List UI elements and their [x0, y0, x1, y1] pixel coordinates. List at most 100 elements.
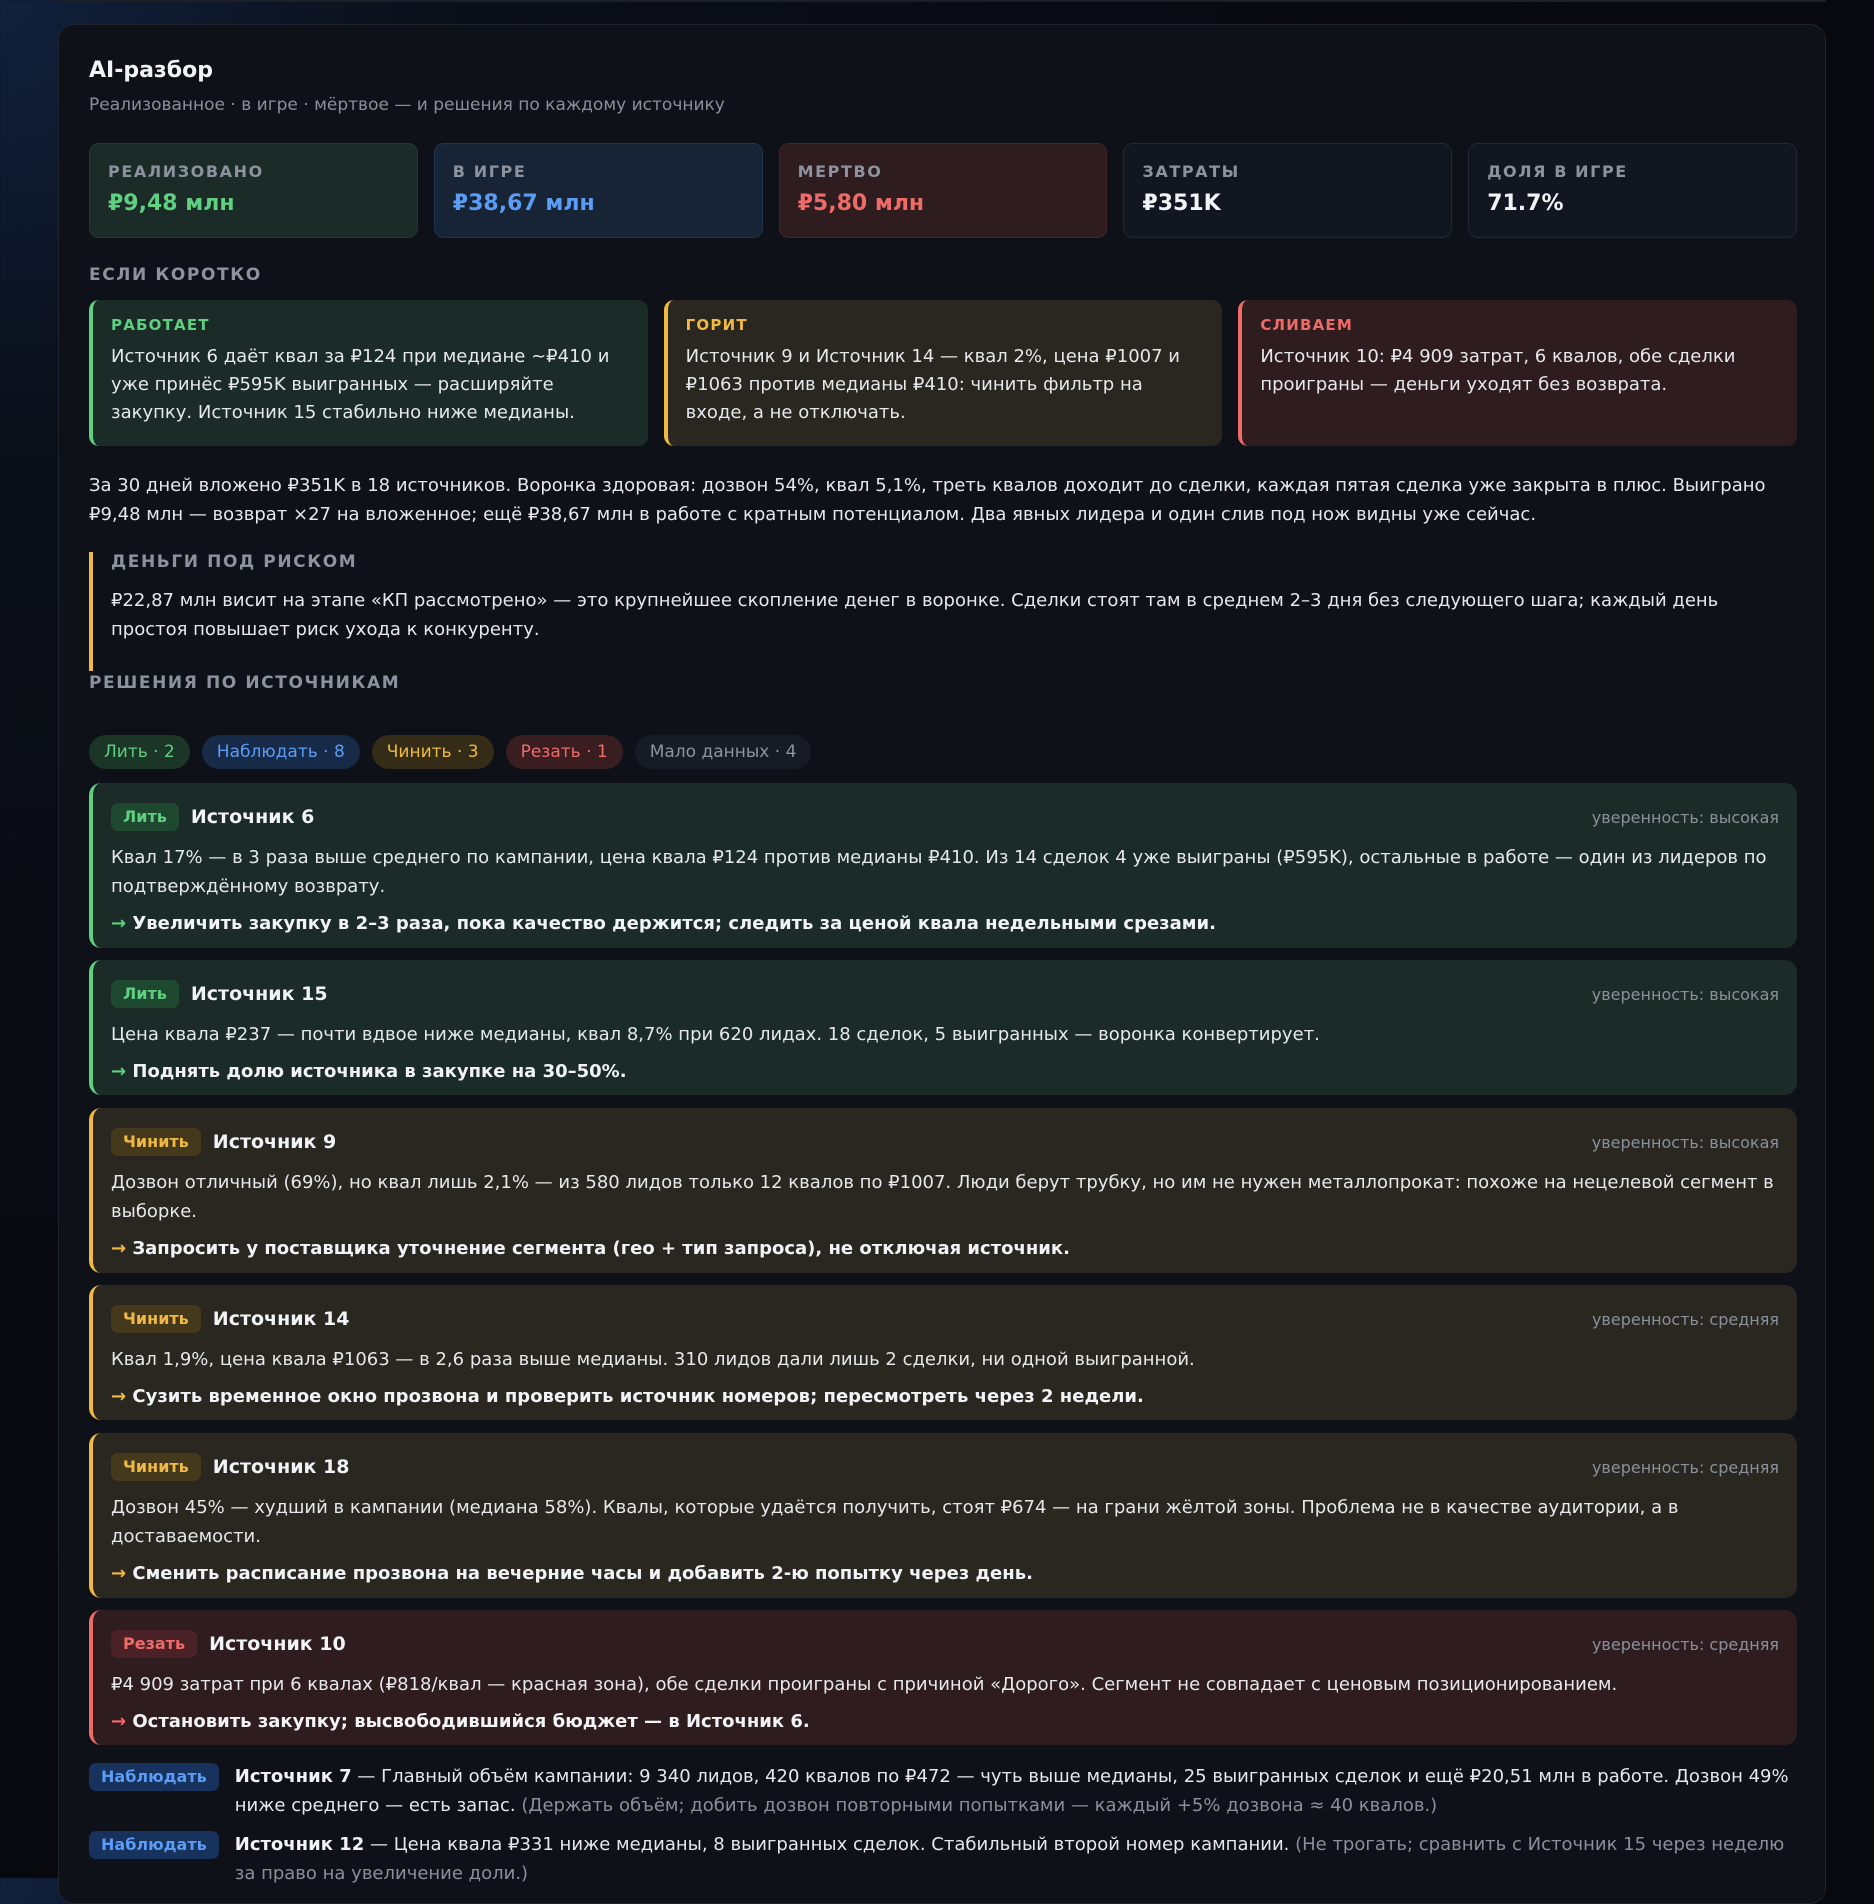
kpi-costs: ЗАТРАТЫ ₽351K: [1123, 143, 1453, 238]
brief-text: Источник 9 и Источник 14 — квал 2%, цена…: [685, 346, 1180, 423]
action-text: Поднять долю источника в закупке на 30–5…: [132, 1061, 627, 1082]
panel-subtitle: Реализованное · в игре · мёртвое — и реш…: [89, 95, 725, 115]
arrow-right-icon: →: [111, 913, 127, 934]
source-action: → Поднять долю источника в закупке на 30…: [111, 1057, 1779, 1086]
kpi-value: ₽351K: [1142, 191, 1221, 216]
watch-note: (Держать объём; добить дозвон повторными…: [515, 1795, 1438, 1816]
watch-row: Наблюдать Источник 12 — Цена квала ₽331 …: [89, 1831, 1797, 1888]
panel-title: AI-разбор: [89, 58, 213, 83]
kpi-label: МЕРТВО: [797, 162, 883, 181]
kpi-value: 71.7%: [1487, 191, 1564, 216]
confidence-label: уверенность: средняя: [1591, 1309, 1779, 1329]
filter-chip-low-data[interactable]: Мало данных · 4: [634, 735, 812, 769]
watch-row: Наблюдать Источник 7 — Главный объём кам…: [89, 1763, 1797, 1820]
decision-badge: Лить: [111, 803, 179, 831]
source-name: Источник 14: [212, 1308, 350, 1330]
source-action: → Запросить у поставщика уточнение сегме…: [111, 1234, 1779, 1263]
risk-text: ₽22,87 млн висит на этапе «КП рассмотрен…: [111, 590, 1719, 640]
source-card: Чинить Источник 9 уверенность: высокая Д…: [89, 1108, 1797, 1273]
summary-text: За 30 дней вложено ₽351K в 18 источников…: [89, 475, 1766, 525]
source-name: Источник 10: [209, 1633, 346, 1655]
kpi-dead: МЕРТВО ₽5,80 млн: [778, 143, 1108, 238]
action-text: Запросить у поставщика уточнение сегмент…: [132, 1238, 1070, 1259]
money-at-risk-block: ДЕНЬГИ ПОД РИСКОМ ₽22,87 млн висит на эт…: [89, 552, 1797, 671]
action-text: Остановить закупку; высвободившийся бюдж…: [132, 1711, 810, 1732]
source-card: Лить Источник 6 уверенность: высокая Ква…: [89, 783, 1797, 948]
decision-badge: Чинить: [111, 1305, 201, 1333]
source-name: Источник 7: [234, 1766, 352, 1787]
filter-chip-pour[interactable]: Лить · 2: [89, 735, 190, 769]
brief-burning: ГОРИТ Источник 9 и Источник 14 — квал 2%…: [663, 300, 1223, 446]
kpi-label: ДОЛЯ В ИГРЕ: [1487, 162, 1628, 181]
source-name: Источник 6: [190, 806, 315, 828]
confidence-label: уверенность: высокая: [1591, 807, 1779, 827]
brief-label: ГОРИТ: [685, 316, 748, 334]
source-analysis: ₽4 909 затрат при 6 квалах (₽818/квал — …: [111, 1674, 1618, 1695]
source-card: Чинить Источник 14 уверенность: средняя …: [89, 1285, 1797, 1420]
kpi-in-play: В ИГРЕ ₽38,67 млн: [433, 143, 763, 238]
decisions-heading: РЕШЕНИЯ ПО ИСТОЧНИКАМ: [89, 673, 401, 693]
watch-analysis: Цена квала ₽331 ниже медианы, 8 выигранн…: [393, 1834, 1290, 1855]
source-analysis: Квал 1,9%, цена квала ₽1063 — в 2,6 раза…: [111, 1349, 1195, 1370]
action-text: Сузить временное окно прозвона и провери…: [132, 1386, 1144, 1407]
source-name: Источник 18: [212, 1456, 350, 1478]
filter-chip-watch[interactable]: Наблюдать · 8: [201, 735, 360, 769]
action-text: Сменить расписание прозвона на вечерние …: [132, 1563, 1033, 1584]
source-action: → Остановить закупку; высвободившийся бю…: [111, 1707, 1779, 1736]
source-name: Источник 15: [190, 983, 328, 1005]
filter-chip-fix[interactable]: Чинить · 3: [371, 735, 494, 769]
brief-heading: ЕСЛИ КОРОТКО: [89, 265, 262, 285]
brief-text: Источник 10: ₽4 909 затрат, 6 квалов, об…: [1260, 346, 1736, 395]
decision-badge: Чинить: [111, 1128, 201, 1156]
brief-text: Источник 6 даёт квал за ₽124 при медиане…: [111, 346, 610, 423]
source-action: → Увеличить закупку в 2–3 раза, пока кач…: [111, 909, 1779, 938]
source-analysis: Дозвон отличный (69%), но квал лишь 2,1%…: [111, 1172, 1774, 1222]
kpi-value: ₽38,67 млн: [452, 191, 595, 216]
confidence-label: уверенность: средняя: [1591, 1634, 1779, 1654]
decision-badge: Лить: [111, 980, 179, 1008]
top-divider: [58, 0, 1826, 2]
arrow-right-icon: →: [111, 1061, 127, 1082]
arrow-right-icon: →: [111, 1711, 127, 1732]
arrow-right-icon: →: [111, 1238, 127, 1259]
source-card: Лить Источник 15 уверенность: высокая Це…: [89, 960, 1797, 1095]
confidence-label: уверенность: высокая: [1591, 984, 1779, 1004]
source-action: → Сменить расписание прозвона на вечерни…: [111, 1559, 1779, 1588]
source-card: Резать Источник 10 уверенность: средняя …: [89, 1610, 1797, 1745]
kpi-label: В ИГРЕ: [452, 162, 527, 181]
brief-row: РАБОТАЕТ Источник 6 даёт квал за ₽124 пр…: [89, 300, 1798, 446]
source-name: Источник 9: [212, 1131, 337, 1153]
confidence-label: уверенность: средняя: [1591, 1457, 1779, 1477]
source-name: Источник 12: [234, 1834, 365, 1855]
brief-works: РАБОТАЕТ Источник 6 даёт квал за ₽124 пр…: [89, 300, 648, 446]
source-card: Чинить Источник 18 уверенность: средняя …: [89, 1433, 1797, 1598]
decision-badge: Резать: [111, 1630, 198, 1658]
kpi-label: ЗАТРАТЫ: [1142, 162, 1240, 181]
confidence-label: уверенность: высокая: [1591, 1132, 1779, 1152]
kpi-value: ₽5,80 млн: [797, 191, 925, 216]
risk-heading: ДЕНЬГИ ПОД РИСКОМ: [111, 552, 358, 572]
separator: —: [351, 1766, 382, 1787]
kpi-label: РЕАЛИЗОВАНО: [108, 162, 264, 181]
kpi-row: РЕАЛИЗОВАНО ₽9,48 млн В ИГРЕ ₽38,67 млн …: [89, 143, 1797, 238]
ai-analysis-panel: AI-разбор Реализованное · в игре · мёртв…: [58, 24, 1826, 1904]
source-analysis: Цена квала ₽237 — почти вдвое ниже медиа…: [111, 1024, 1320, 1045]
decision-badge: Чинить: [111, 1453, 201, 1481]
source-analysis: Дозвон 45% — худший в кампании (медиана …: [111, 1497, 1679, 1547]
separator: —: [364, 1834, 394, 1855]
action-text: Увеличить закупку в 2–3 раза, пока качес…: [132, 913, 1216, 934]
brief-label: РАБОТАЕТ: [111, 316, 210, 334]
kpi-realized: РЕАЛИЗОВАНО ₽9,48 млн: [89, 143, 418, 238]
filter-chip-cut[interactable]: Резать · 1: [505, 735, 623, 769]
arrow-right-icon: →: [111, 1386, 127, 1407]
brief-label: СЛИВАЕМ: [1260, 316, 1353, 334]
source-action: → Сузить временное окно прозвона и прове…: [111, 1382, 1779, 1411]
watch-text: Источник 7 — Главный объём кампании: 9 3…: [235, 1762, 1797, 1820]
brief-draining: СЛИВАЕМ Источник 10: ₽4 909 затрат, 6 кв…: [1238, 300, 1798, 446]
kpi-value: ₽9,48 млн: [108, 191, 235, 216]
decision-badge: Наблюдать: [89, 1831, 219, 1859]
watch-text: Источник 12 — Цена квала ₽331 ниже медиа…: [235, 1830, 1797, 1888]
source-analysis: Квал 17% — в 3 раза выше среднего по кам…: [111, 847, 1767, 897]
decision-badge: Наблюдать: [89, 1763, 219, 1791]
decision-filters: Лить · 2 Наблюдать · 8 Чинить · 3 Резать…: [89, 735, 812, 769]
